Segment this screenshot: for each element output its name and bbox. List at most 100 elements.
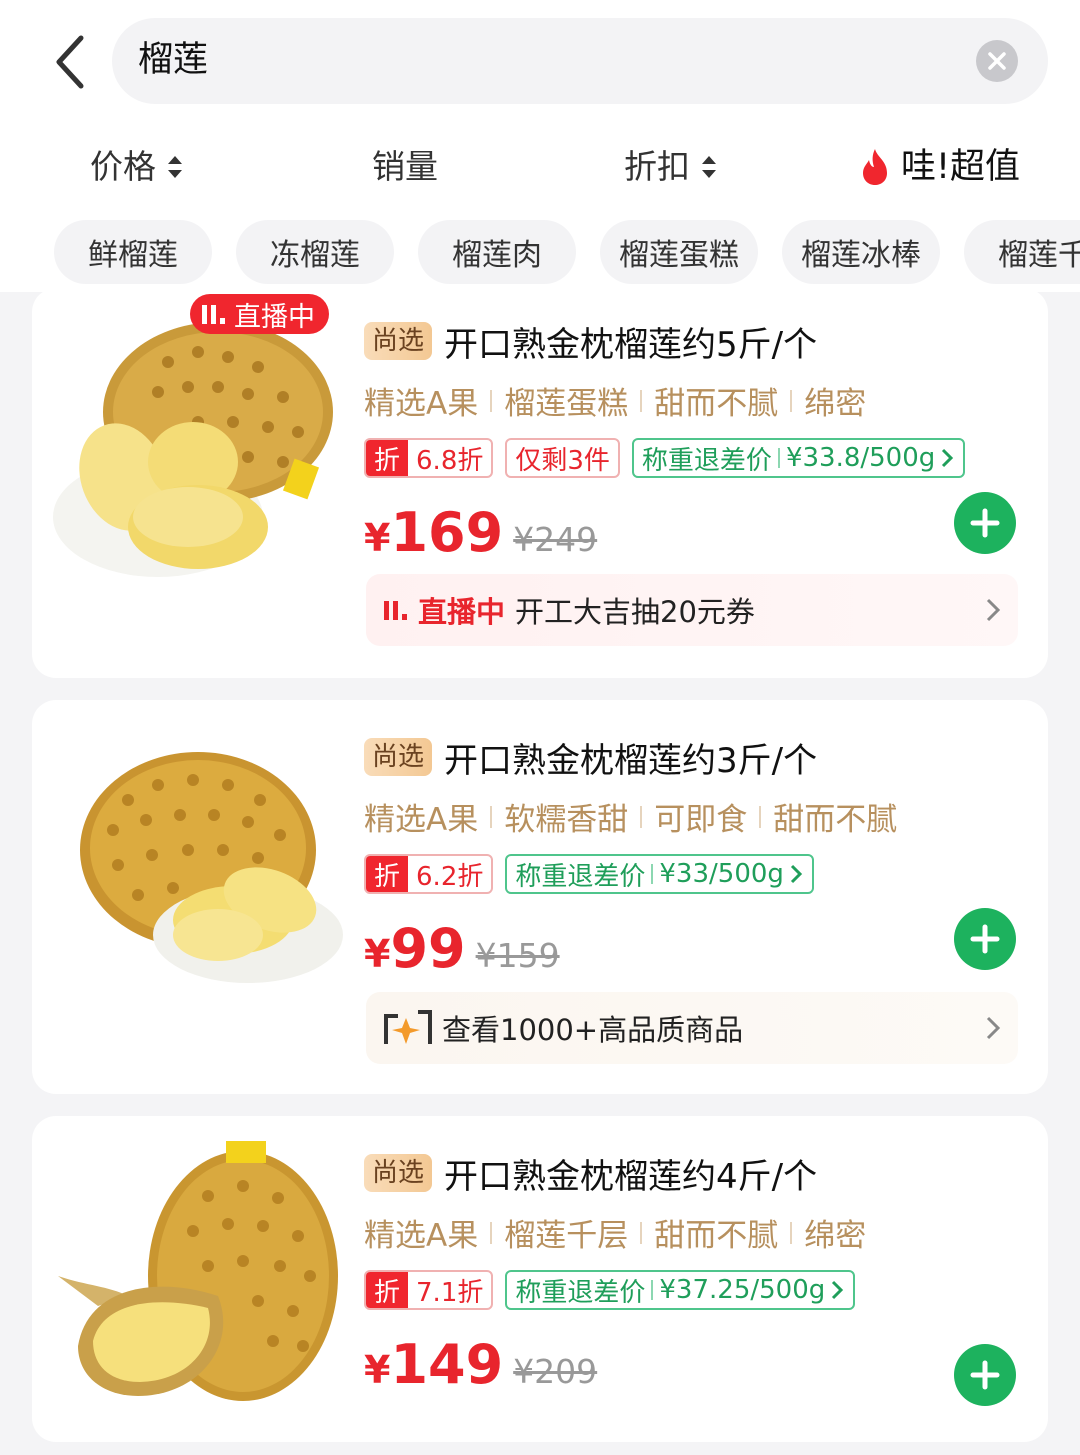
sort-sales[interactable]: 销量 [372,142,438,192]
badge-row: 折 6.2折 称重退差价 ¥33/500g [364,853,1018,895]
feature-list: 精选A果 榴莲蛋糕 甜而不腻 绵密 [364,378,1018,423]
price-value: 99 [390,917,466,980]
weigh-refund-badge[interactable]: 称重退差价 ¥33.8/500g [631,438,966,478]
discount-label: 折 [366,1272,409,1308]
sort-sales-label: 销量 [372,147,438,186]
original-price: ¥159 [475,936,560,975]
live-promo-banner[interactable]: 直播中 开工大吉抽20元券 [366,574,1018,646]
price-row: ¥ 99 ¥159 [364,917,1018,980]
sort-arrows-icon [168,156,182,178]
search-box[interactable]: 榴莲 [112,18,1048,104]
tag-chip[interactable]: 榴莲千 [964,220,1080,284]
feature-item: 精选A果 [364,802,479,838]
feature-item: 绵密 [804,386,867,422]
tag-chip[interactable]: 榴莲冰棒 [782,220,940,284]
discount-badge: 折 6.2折 [364,854,494,894]
product-info: 尚选 开口熟金枕榴莲约4斤/个 精选A果 榴莲千层 甜而不腻 绵密 折 7.1折… [364,1148,1018,1396]
price-row: ¥ 149 ¥209 [364,1333,1018,1396]
feature-item: 精选A果 [364,386,479,422]
discount-label: 折 [366,856,409,892]
back-arrow-icon [56,35,84,89]
feature-item: 甜而不腻 [654,1218,779,1254]
sort-discount-label: 折扣 [624,147,690,186]
brand-tag: 尚选 [364,738,433,776]
header: 榴莲 价格 销量 折扣 哇!超值 鲜榴莲 冻榴莲 榴莲肉 榴莲蛋糕 榴莲冰棒 榴… [0,0,1080,292]
discount-badge: 折 6.8折 [364,438,494,478]
live-bars-icon [202,305,225,324]
badge-row: 折 6.8折 仅剩3件 称重退差价 ¥33.8/500g [364,437,1018,479]
product-info: 尚选 开口熟金枕榴莲约3斤/个 精选A果 软糯香甜 可即食 甜而不腻 折 6.2… [364,732,1018,980]
flame-icon [862,149,887,185]
feature-list: 精选A果 软糯香甜 可即食 甜而不腻 [364,794,1018,839]
sort-price-label: 价格 [90,147,156,186]
discount-value: 6.8折 [416,445,484,476]
quality-goods-banner[interactable]: 查看1000+高品质商品 [366,992,1018,1064]
product-card[interactable]: 尚选 开口熟金枕榴莲约4斤/个 精选A果 榴莲千层 甜而不腻 绵密 折 7.1折… [32,1116,1048,1442]
product-title[interactable]: 开口熟金枕榴莲约5斤/个 [444,317,817,366]
badge-row: 折 7.1折 称重退差价 ¥37.25/500g [364,1269,1018,1311]
feature-item: 甜而不腻 [654,386,779,422]
brand-tag: 尚选 [364,322,433,360]
product-card[interactable]: 直播中 尚选 开口熟金枕榴莲约5斤/个 精选A果 榴莲蛋糕 甜而不腻 绵密 折 … [32,288,1048,678]
live-badge: 直播中 [190,294,329,334]
price-currency: ¥ [364,1348,391,1392]
product-image[interactable] [48,302,348,602]
promo-text: 开工大吉抽20元券 [515,595,755,629]
stock-badge: 仅剩3件 [505,438,620,478]
feature-list: 精选A果 榴莲千层 甜而不腻 绵密 [364,1210,1018,1255]
chevron-right-icon [832,1280,844,1300]
price-row: ¥ 169 ¥249 [364,501,1018,564]
add-to-cart-button[interactable] [954,1344,1016,1406]
search-input[interactable]: 榴莲 [138,36,208,84]
weigh-label: 称重退差价 [515,861,646,892]
product-title[interactable]: 开口熟金枕榴莲约3斤/个 [444,733,817,782]
product-image[interactable] [48,730,348,1030]
price-value: 149 [390,1333,504,1396]
product-image[interactable] [48,1136,348,1436]
live-badge-label: 直播中 [234,301,315,333]
category-tags: 鲜榴莲 冻榴莲 榴莲肉 榴莲蛋糕 榴莲冰棒 榴莲千 [0,220,1080,286]
feature-item: 可即食 [654,802,748,838]
plus-icon [970,508,1000,538]
tag-chip[interactable]: 榴莲蛋糕 [600,220,758,284]
add-to-cart-button[interactable] [954,908,1016,970]
chevron-right-icon [986,1016,1001,1040]
back-button[interactable] [40,30,100,94]
feature-item: 甜而不腻 [773,802,898,838]
original-price: ¥249 [513,520,598,559]
weigh-refund-badge[interactable]: 称重退差价 ¥37.25/500g [505,1270,856,1310]
sort-wow-deal[interactable]: 哇!超值 [857,142,1020,192]
clear-icon [988,52,1006,70]
original-price: ¥209 [513,1352,598,1391]
feature-item: 精选A果 [364,1218,479,1254]
plus-icon [970,1360,1000,1390]
plus-icon [970,924,1000,954]
price-value: 169 [390,501,504,564]
sort-arrows-icon [702,156,716,178]
product-card[interactable]: 尚选 开口熟金枕榴莲约3斤/个 精选A果 软糯香甜 可即食 甜而不腻 折 6.2… [32,700,1048,1094]
product-title[interactable]: 开口熟金枕榴莲约4斤/个 [444,1149,817,1198]
weigh-refund-badge[interactable]: 称重退差价 ¥33/500g [505,854,814,894]
weigh-label: 称重退差价 [641,445,772,476]
tag-chip[interactable]: 冻榴莲 [236,220,394,284]
price-currency: ¥ [364,932,391,976]
feature-item: 软糯香甜 [504,802,629,838]
tag-chip[interactable]: 鲜榴莲 [54,220,212,284]
live-promo-label: 直播中 [418,595,506,629]
sort-discount[interactable]: 折扣 [624,142,716,192]
add-to-cart-button[interactable] [954,492,1016,554]
discount-value: 6.2折 [416,861,484,892]
tag-chip[interactable]: 榴莲肉 [418,220,576,284]
price-currency: ¥ [364,516,391,560]
clear-search-button[interactable] [976,40,1018,82]
weigh-label: 称重退差价 [515,1277,646,1308]
feature-item: 绵密 [804,1218,867,1254]
feature-item: 榴莲蛋糕 [504,386,629,422]
product-info: 尚选 开口熟金枕榴莲约5斤/个 精选A果 榴莲蛋糕 甜而不腻 绵密 折 6.8折… [364,316,1018,564]
discount-badge: 折 7.1折 [364,1270,494,1310]
sort-price[interactable]: 价格 [90,142,182,192]
promo-text: 查看1000+高品质商品 [442,1013,744,1047]
discount-value: 7.1折 [416,1277,484,1308]
discount-label: 折 [366,440,409,476]
weigh-price: ¥33.8/500g [785,443,936,473]
